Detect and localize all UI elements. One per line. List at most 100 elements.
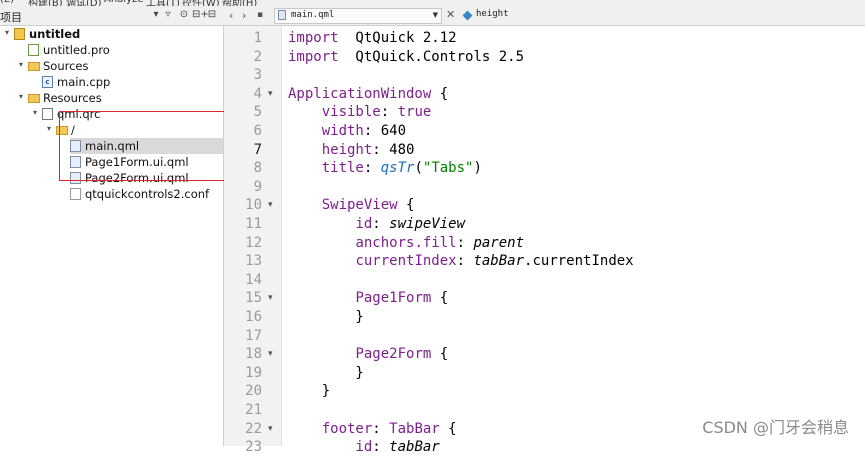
tree-item[interactable]: c main.cpp — [0, 74, 223, 90]
code-line: import QtQuick.Controls 2.5 — [288, 48, 524, 67]
code-token: currentIndex — [355, 253, 457, 270]
symbol-dropdown[interactable]: height — [460, 8, 640, 24]
line-number: 2 — [253, 48, 262, 65]
tree-item[interactable]: ▾ Resources — [0, 90, 223, 106]
open-file-dropdown[interactable]: main.qml ▼ — [274, 8, 442, 24]
line-number: 4 — [253, 85, 262, 102]
pro-file-icon — [28, 44, 39, 56]
code-token: : 480 — [372, 141, 415, 158]
code-token: parent — [473, 234, 525, 251]
project-panel-title: 项目 — [0, 11, 22, 24]
tree-item-label: untitled — [29, 27, 81, 41]
tree-item-label: qml.qrc — [57, 107, 101, 121]
chevron-down-icon[interactable]: ▾ — [16, 60, 26, 69]
code-token: Page2Form — [355, 346, 432, 363]
watermark: CSDN @门牙会稍息 — [702, 418, 849, 437]
collapse-icon[interactable]: ⊟ — [206, 9, 218, 20]
tree-item[interactable]: ▾ / — [0, 122, 223, 138]
tree-item[interactable]: Page1Form.ui.qml — [0, 154, 223, 170]
code-token: SwipeView — [321, 197, 398, 214]
code-token: tabBar — [473, 253, 525, 270]
code-token: ApplicationWindow — [288, 85, 432, 102]
open-file-name: main.qml — [291, 10, 335, 20]
code-token: } — [288, 309, 364, 325]
chevron-down-icon[interactable]: ▾ — [16, 92, 26, 101]
code-token: : — [380, 104, 398, 121]
code-token: ( — [414, 160, 423, 177]
sync-icon[interactable]: ⊙ — [178, 9, 190, 20]
code-editor[interactable]: import QtQuick 2.12 import QtQuick.Contro… — [283, 26, 865, 455]
line-number: 6 — [253, 123, 262, 139]
fold-marker-icon[interactable]: ▾ — [268, 289, 273, 308]
chevron-down-icon[interactable]: ▾ — [2, 28, 12, 37]
tree-item-label: Sources — [43, 59, 89, 73]
tree-item-label: Page2Form.ui.qml — [85, 171, 189, 185]
code-line: } — [288, 364, 363, 383]
conf-file-icon — [70, 188, 81, 200]
code-token: swipeView — [389, 216, 466, 232]
close-file-icon[interactable]: ✕ — [446, 8, 455, 21]
chevron-down-icon[interactable]: ▾ — [30, 108, 40, 117]
code-token: { — [431, 85, 449, 102]
code-token: : — [363, 160, 381, 177]
filter-icon[interactable]: ▿ — [162, 9, 174, 20]
tree-item[interactable]: ▾ qml.qrc — [0, 106, 223, 122]
tree-item-label: main.cpp — [57, 75, 111, 89]
code-line: footer: TabBar { — [288, 420, 457, 439]
code-token: TabBar — [389, 420, 440, 437]
fold-marker-icon[interactable]: ▾ — [268, 85, 273, 104]
tree-item[interactable]: qtquickcontrols2.conf — [0, 186, 223, 202]
line-number: 5 — [253, 104, 262, 121]
code-token: title — [321, 160, 364, 177]
tree-item[interactable]: main.qml — [70, 138, 223, 154]
filter-dropdown-icon[interactable]: ▾ — [150, 9, 162, 20]
code-token: { — [431, 346, 449, 363]
code-token: : — [456, 253, 474, 270]
qml-file-icon — [70, 156, 81, 168]
back-arrow-icon[interactable]: ‹ — [229, 9, 233, 22]
symbol-name: height — [476, 9, 509, 19]
menu-item[interactable]: Analyze — [104, 0, 143, 5]
code-token: ) — [473, 160, 482, 177]
fold-marker-icon[interactable]: ▾ — [268, 196, 273, 215]
menu-item[interactable]: (E) — [0, 0, 14, 5]
line-number: 9 — [253, 178, 262, 195]
tree-item-label: Page1Form.ui.qml — [85, 155, 189, 169]
forward-arrow-icon[interactable]: › — [242, 9, 246, 22]
code-token: import — [288, 48, 339, 65]
qrc-file-icon — [42, 108, 53, 120]
line-number: 18 — [245, 346, 262, 363]
fold-marker-icon[interactable]: ▾ — [268, 420, 273, 439]
code-line: Page1Form { — [288, 289, 448, 308]
tree-item[interactable]: ▾ untitled — [0, 26, 223, 42]
line-number: 3 — [253, 67, 262, 84]
code-token: : — [456, 234, 474, 251]
line-number: 23 — [245, 439, 262, 456]
tree-item[interactable]: untitled.pro — [0, 42, 223, 58]
split-icon[interactable]: ⊟+ — [192, 9, 209, 20]
line-number: 10 — [245, 197, 262, 214]
code-token: footer — [321, 420, 373, 437]
code-token: import — [288, 30, 339, 46]
line-number: 13 — [245, 253, 262, 270]
code-line: ApplicationWindow { — [288, 85, 448, 104]
line-number: 1 — [253, 30, 262, 46]
folder-icon — [56, 126, 68, 135]
chevron-down-icon[interactable]: ▾ — [44, 124, 54, 133]
qml-file-icon — [70, 140, 81, 152]
code-token: "Tabs" — [422, 160, 474, 177]
fold-marker-icon[interactable]: ▾ — [268, 345, 273, 364]
tree-item[interactable]: Page2Form.ui.qml — [0, 170, 223, 186]
tree-item[interactable]: ▾ Sources — [0, 58, 223, 74]
line-number: 15 — [245, 290, 262, 307]
chevron-down-icon: ▼ — [432, 11, 438, 19]
code-line: currentIndex: tabBar.currentIndex — [288, 252, 633, 271]
line-number: 12 — [245, 234, 262, 251]
